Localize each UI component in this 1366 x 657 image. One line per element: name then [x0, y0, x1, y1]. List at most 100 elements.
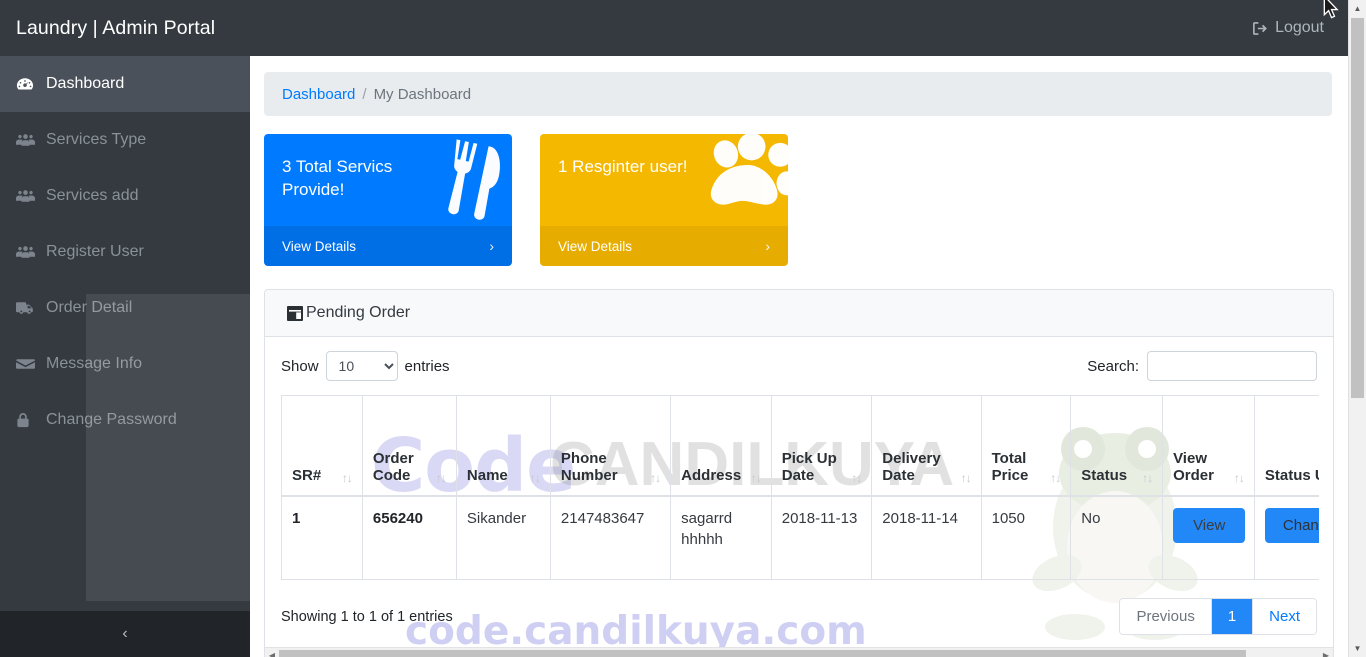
cell-view-order: View: [1162, 495, 1255, 580]
stat-card-services[interactable]: 3 Total Servics Provide! View Details ›: [264, 134, 512, 266]
scrollbar-thumb[interactable]: [279, 649, 1247, 657]
table-header-row: SR# ↑↓ Order Code ↑↓ Name ↑↓ Phone Number ↑↓…: [281, 395, 1319, 497]
app-title: Laundry | Admin Portal: [16, 16, 216, 39]
th-pickup-date[interactable]: Pick Up Date ↑↓: [770, 395, 873, 497]
th-total-price[interactable]: Total Price ↑↓: [980, 395, 1072, 497]
sidebar-item-services-type[interactable]: Services Type: [0, 112, 250, 168]
pagination-previous[interactable]: Previous: [1120, 599, 1212, 634]
browser-scrollbar-thumb[interactable]: [1351, 18, 1364, 398]
scroll-right-arrow-icon[interactable]: ▶: [1319, 651, 1333, 657]
th-label: Pick Up Date: [781, 449, 837, 484]
search-label: Search:: [1087, 357, 1139, 375]
sidebar-item-register-user[interactable]: Register User: [0, 224, 250, 280]
search-input[interactable]: [1147, 351, 1317, 381]
th-label: View Order: [1173, 449, 1214, 484]
sidebar-item-label: Services Type: [46, 131, 147, 148]
chevron-left-icon: ‹: [122, 625, 128, 642]
tachometer-icon: [16, 77, 42, 92]
panel-body: Code CANDILKUYA code.candilkuya.com Show…: [265, 337, 1333, 657]
cell-address: sagarrd hhhhh: [670, 495, 772, 580]
sort-icon: ↑↓: [1050, 470, 1061, 485]
sort-icon: ↑↓: [435, 470, 447, 485]
cell-total-price: 1050: [980, 495, 1072, 580]
stat-card-body: 3 Total Servics Provide!: [264, 134, 512, 226]
cell-phone: 2147483647: [549, 495, 672, 580]
th-phone-number[interactable]: Phone Number ↑↓: [549, 395, 672, 497]
th-label: Address: [681, 466, 742, 484]
users-icon: [16, 189, 42, 203]
th-label: Status: [1081, 466, 1128, 484]
breadcrumb-current: My Dashboard: [373, 85, 472, 103]
th-status-update[interactable]: Status Update: [1253, 395, 1319, 497]
sidebar-collapse-button[interactable]: ‹: [0, 611, 250, 657]
logout-button[interactable]: Logout: [1252, 19, 1348, 37]
admin-portal-page: Laundry | Admin Portal Logout Dashboard …: [0, 0, 1366, 657]
scroll-left-arrow-icon[interactable]: ◀: [265, 651, 279, 657]
sort-icon: ↑↓: [1142, 470, 1153, 485]
panel-header: Pending Order: [265, 290, 1333, 337]
entries-label: entries: [404, 357, 450, 375]
th-name[interactable]: Name ↑↓: [455, 395, 551, 497]
stat-card-footer[interactable]: View Details ›: [540, 226, 788, 266]
th-sr[interactable]: SR# ↑↓: [281, 395, 363, 497]
th-status[interactable]: Status ↑↓: [1070, 395, 1164, 497]
table-horizontal-scrollbar[interactable]: ◀ ▶: [265, 647, 1333, 657]
sidebar-nav: Dashboard Services Type Services add Reg…: [0, 56, 250, 611]
th-label: Name: [466, 466, 508, 484]
table-header: SR# ↑↓ Order Code ↑↓ Name ↑↓ Phone Number ↑↓…: [281, 395, 1319, 497]
pagination-page-1[interactable]: 1: [1211, 599, 1254, 634]
change-status-button[interactable]: Change Status: [1264, 507, 1319, 543]
show-label: Show: [281, 357, 319, 375]
table-body: 1 656240 Sikander 2147483647 sagarrd hhh…: [281, 495, 1319, 580]
stat-cards: 3 Total Servics Provide! View Details › …: [264, 134, 1332, 266]
stat-card-footer-label: View Details: [558, 238, 633, 254]
th-address[interactable]: Address ↑↓: [670, 395, 772, 497]
table-scroll-container: SR# ↑↓ Order Code ↑↓ Name ↑↓ Phone Number ↑↓…: [281, 395, 1319, 580]
scroll-up-arrow-icon[interactable]: ▲: [1349, 0, 1366, 17]
th-delivery-date[interactable]: Delivery Date ↑↓: [871, 395, 982, 497]
lock-icon: [16, 412, 42, 428]
th-label: SR#: [292, 466, 322, 484]
sort-icon: ↑↓: [650, 470, 661, 485]
pagination: Previous 1 Next: [1119, 598, 1317, 635]
breadcrumb: Dashboard / My Dashboard: [264, 72, 1332, 116]
envelope-icon: [16, 357, 42, 371]
sort-icon: ↑↓: [750, 470, 762, 485]
sidebar: Dashboard Services Type Services add Reg…: [0, 56, 250, 657]
scroll-down-arrow-icon[interactable]: ▼: [1349, 640, 1366, 657]
logout-label: Logout: [1275, 19, 1324, 36]
stat-card-register[interactable]: 1 Resginter user! View Details ›: [540, 134, 788, 266]
cell-order-code: 656240: [361, 495, 457, 580]
sidebar-item-dashboard[interactable]: Dashboard: [0, 56, 250, 112]
breadcrumb-link-dashboard[interactable]: Dashboard: [282, 86, 355, 103]
sidebar-item-order-detail[interactable]: Order Detail: [0, 280, 250, 336]
sort-icon: ↑↓: [1233, 470, 1245, 485]
top-navbar: Laundry | Admin Portal Logout: [0, 0, 1348, 56]
sidebar-item-services-add[interactable]: Services add: [0, 168, 250, 224]
cell-pickup-date: 2018-11-13: [770, 495, 873, 580]
truck-icon: [16, 301, 42, 315]
entries-select[interactable]: 10 25 50 100: [325, 351, 398, 381]
th-label: Order Code: [372, 449, 414, 484]
scrollbar-track[interactable]: [279, 649, 1319, 657]
sort-icon: ↑↓: [851, 470, 862, 485]
cell-name: Sikander: [455, 495, 551, 580]
logout-icon: [1252, 20, 1269, 37]
browser-vertical-scrollbar[interactable]: ▲ ▼: [1348, 0, 1366, 657]
stat-card-footer[interactable]: View Details ›: [264, 226, 512, 266]
th-view-order[interactable]: View Order ↑↓: [1162, 395, 1255, 497]
view-order-button[interactable]: View: [1173, 507, 1246, 543]
sidebar-item-label: Dashboard: [46, 75, 125, 92]
pagination-next[interactable]: Next: [1253, 599, 1316, 634]
datatable-controls: Show 10 25 50 100 entries Search:: [281, 351, 1317, 381]
sidebar-item-label: Change Password: [46, 411, 177, 428]
search-control: Search:: [1087, 351, 1317, 381]
sidebar-item-label: Services add: [46, 187, 139, 204]
paw-icon: [700, 134, 788, 222]
stat-card-text: 3 Total Servics Provide!: [282, 157, 393, 199]
sidebar-item-change-password[interactable]: Change Password: [0, 392, 250, 448]
stat-card-text: 1 Resginter user!: [558, 157, 688, 176]
th-order-code[interactable]: Order Code ↑↓: [361, 395, 457, 497]
sidebar-item-message-info[interactable]: Message Info: [0, 336, 250, 392]
th-label: Phone Number: [560, 449, 618, 484]
